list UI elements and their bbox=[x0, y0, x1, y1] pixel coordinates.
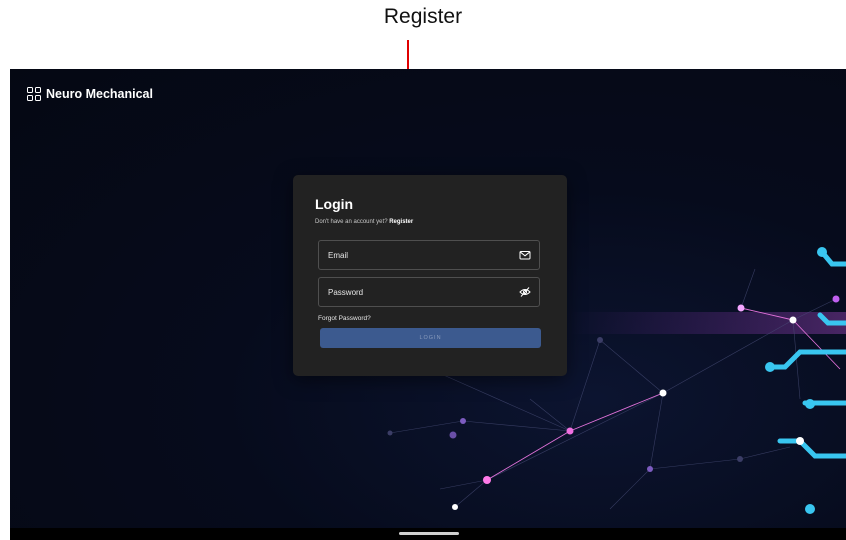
brand: Neuro Mechanical bbox=[27, 87, 153, 101]
app-screen: Neuro Mechanical Login Don't have an acc… bbox=[10, 69, 846, 540]
system-nav-bar bbox=[10, 528, 846, 540]
eye-off-icon[interactable] bbox=[519, 286, 531, 298]
register-prompt: Don't have an account yet? Register bbox=[315, 219, 413, 225]
email-input[interactable] bbox=[319, 241, 518, 269]
login-title: Login bbox=[315, 196, 354, 212]
home-indicator[interactable] bbox=[399, 532, 459, 535]
email-field[interactable] bbox=[318, 240, 540, 270]
login-button[interactable]: LOGIN bbox=[320, 328, 541, 348]
mail-icon bbox=[519, 251, 531, 260]
register-link[interactable]: Register bbox=[389, 219, 413, 225]
password-input[interactable] bbox=[319, 278, 518, 306]
login-card: Login Don't have an account yet? Registe… bbox=[293, 175, 567, 376]
register-prompt-text: Don't have an account yet? bbox=[315, 219, 388, 225]
brand-name: Neuro Mechanical bbox=[46, 87, 153, 101]
grid-icon bbox=[27, 87, 41, 101]
password-field[interactable] bbox=[318, 277, 540, 307]
forgot-password-link[interactable]: Forgot Password? bbox=[318, 315, 371, 322]
